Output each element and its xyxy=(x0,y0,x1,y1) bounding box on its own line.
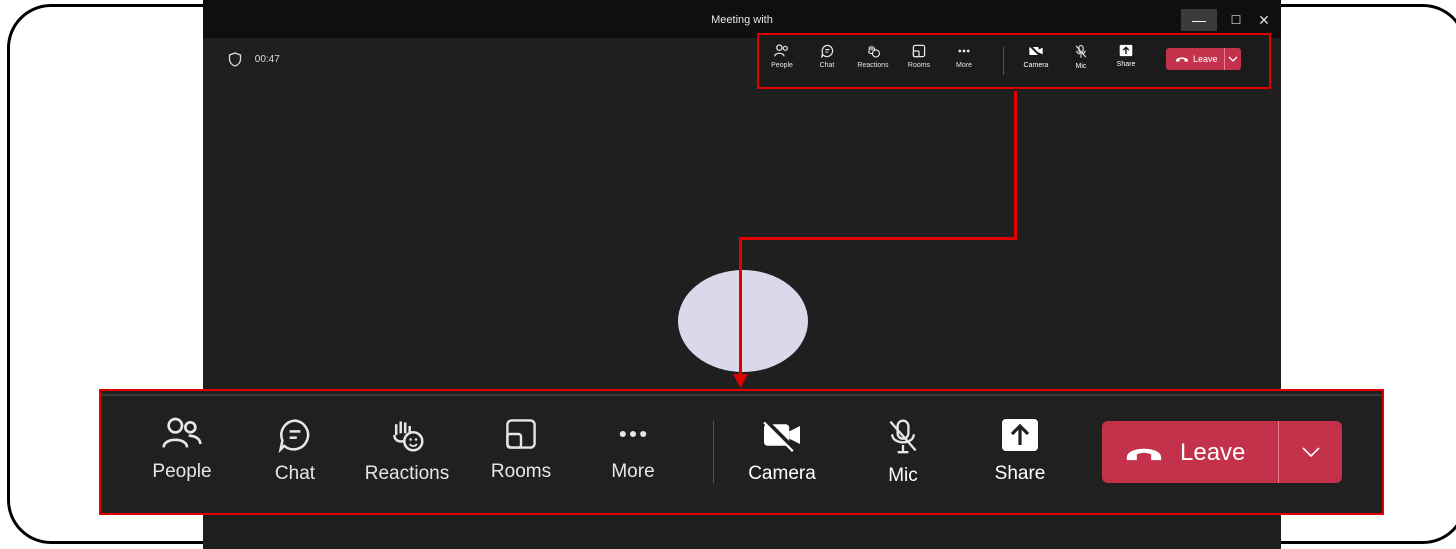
share-label: Share xyxy=(994,463,1046,484)
camera-off-icon xyxy=(1029,44,1043,58)
minimize-button[interactable]: — xyxy=(1181,9,1217,31)
chat-label: Chat xyxy=(819,62,835,69)
share-button-large[interactable]: Share xyxy=(970,417,1070,485)
camera-button-large[interactable]: Camera xyxy=(732,417,832,485)
chevron-down-icon xyxy=(1228,56,1238,62)
people-icon xyxy=(774,44,788,57)
more-icon xyxy=(958,49,970,53)
people-button-large[interactable]: People xyxy=(132,417,232,483)
leave-button-group-small: Leave xyxy=(1166,48,1241,70)
mic-off-icon xyxy=(889,419,917,454)
share-icon xyxy=(1119,44,1133,57)
camera-off-icon xyxy=(763,419,800,452)
toolbar-top-border xyxy=(101,394,1382,396)
reactions-label: Reactions xyxy=(364,463,450,484)
camera-label: Camera xyxy=(748,463,816,484)
chevron-down-icon xyxy=(1302,447,1320,458)
rooms-button[interactable]: Rooms xyxy=(898,44,940,69)
people-label: People xyxy=(771,62,793,69)
leave-dropdown-button[interactable] xyxy=(1225,48,1241,70)
more-button[interactable]: More xyxy=(943,44,985,69)
meeting-timer: 00:47 xyxy=(254,54,280,66)
reactions-button[interactable]: Reactions xyxy=(852,44,894,69)
leave-dropdown-button-large[interactable] xyxy=(1279,421,1342,483)
toolbar-highlight-large: People Chat Reactions Rooms More Camera … xyxy=(99,389,1384,515)
chat-label: Chat xyxy=(274,463,316,484)
window-title: Meeting with xyxy=(711,14,773,26)
shield-icon xyxy=(228,52,242,67)
more-label: More xyxy=(956,62,972,69)
mic-label: Mic xyxy=(1075,63,1087,70)
maximize-button[interactable]: ☐ xyxy=(1225,9,1247,31)
people-label: People xyxy=(152,461,212,482)
mic-button-large[interactable]: Mic xyxy=(853,417,953,487)
chat-icon xyxy=(278,419,310,453)
share-icon xyxy=(1002,419,1038,451)
connector-line-vertical-2 xyxy=(739,237,742,378)
people-icon xyxy=(162,417,202,448)
rooms-icon xyxy=(506,419,536,449)
arrow-head-icon xyxy=(733,374,748,388)
leave-button-group-large: Leave xyxy=(1102,421,1342,483)
phone-hangup-icon xyxy=(1176,57,1188,62)
mic-label: Mic xyxy=(888,465,918,486)
participant-avatar xyxy=(678,270,808,372)
close-button[interactable]: ✕ xyxy=(1253,9,1275,31)
toolbar-highlight-small: People Chat Reactions Rooms More Camera … xyxy=(757,33,1271,89)
leave-button[interactable]: Leave xyxy=(1166,48,1224,70)
connector-line-horizontal xyxy=(739,237,1017,240)
people-button[interactable]: People xyxy=(761,44,803,69)
reactions-icon xyxy=(867,45,880,58)
rooms-icon xyxy=(912,44,926,58)
rooms-button-large[interactable]: Rooms xyxy=(471,417,571,483)
chat-button-large[interactable]: Chat xyxy=(245,417,345,485)
camera-button[interactable]: Camera xyxy=(1015,44,1057,69)
toolbar-separator xyxy=(1003,47,1004,75)
more-button-large[interactable]: More xyxy=(583,417,683,483)
phone-hangup-icon xyxy=(1126,448,1162,461)
mic-button[interactable]: Mic xyxy=(1060,44,1102,70)
rooms-label: Rooms xyxy=(490,461,552,482)
leave-label: Leave xyxy=(1180,439,1246,466)
rooms-label: Rooms xyxy=(907,62,931,69)
leave-label: Leave xyxy=(1193,54,1218,64)
mic-off-icon xyxy=(1075,44,1087,58)
camera-label: Camera xyxy=(1023,62,1049,69)
share-label: Share xyxy=(1116,61,1136,68)
chat-button[interactable]: Chat xyxy=(806,44,848,69)
toolbar-separator xyxy=(713,421,714,483)
reactions-label: Reactions xyxy=(857,62,889,69)
reactions-button-large[interactable]: Reactions xyxy=(357,417,457,485)
more-label: More xyxy=(611,461,655,482)
reactions-icon xyxy=(393,421,424,452)
more-icon xyxy=(619,430,647,438)
connector-line-vertical-1 xyxy=(1014,91,1017,240)
meeting-header: 00:47 xyxy=(228,52,280,67)
leave-button-large[interactable]: Leave xyxy=(1102,421,1278,483)
share-button[interactable]: Share xyxy=(1105,44,1147,68)
chat-icon xyxy=(820,44,833,58)
